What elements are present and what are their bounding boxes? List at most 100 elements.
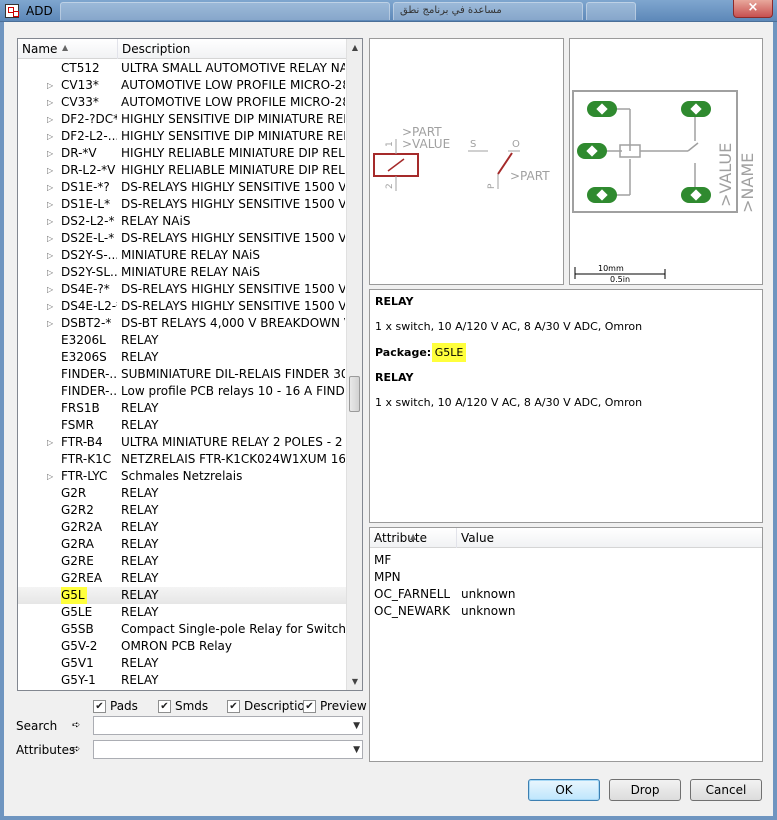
symbol-value-label: >VALUE [402,137,450,151]
list-item-name: FINDER-... [61,384,117,398]
list-item[interactable]: ▷ DS2Y-S-... MINIATURE RELAY NAiS [18,247,347,264]
list-item[interactable]: ▷ DR-L2-*V HIGHLY RELIABLE MINIATURE DIP R… [18,162,347,179]
device-list[interactable]: Name ▲ Description CT512 ULTRA SMALL AUTO… [17,38,363,691]
preview-checkbox[interactable]: ✔ Preview [303,699,367,715]
expand-arrow-icon[interactable]: ▷ [47,264,53,281]
expand-arrow-icon[interactable]: ▷ [47,128,53,145]
check-icon: ✔ [227,700,240,713]
list-item-description: RELAY [121,537,159,551]
list-item[interactable]: ▷ CV33* AUTOMOTIVE LOW PROFILE MICRO-280..… [18,94,347,111]
list-item[interactable]: G2RA RELAY [18,536,347,553]
list-item[interactable]: FSMR RELAY [18,417,347,434]
expand-arrow-icon[interactable]: ▷ [47,94,53,111]
list-item[interactable]: ▷ DF2-L2-... HIGHLY SENSITIVE DIP MINIATUR… [18,128,347,145]
list-item-description: RELAY [121,605,159,619]
list-item[interactable]: G5SB Compact Single-pole Relay for Switch… [18,621,347,638]
expand-arrow-icon[interactable]: ▷ [47,179,53,196]
scroll-thumb[interactable] [349,376,360,412]
list-item[interactable]: ▷ DS1E-L* DS-RELAYS HIGHLY SENSITIVE 1500 … [18,196,347,213]
list-item[interactable]: G5Y-1 RELAY [18,672,347,689]
list-item[interactable]: CT512 ULTRA SMALL AUTOMOTIVE RELAY NAiS [18,60,347,77]
list-item[interactable]: G5LE RELAY [18,604,347,621]
expand-arrow-icon[interactable]: ▷ [47,162,53,179]
list-scrollbar[interactable]: ▲ ▼ [346,39,362,690]
list-item-name: G5LE [61,605,93,619]
list-item[interactable]: ▷ DS4E-L2-* DS-RELAYS HIGHLY SENSITIVE 150… [18,298,347,315]
list-item[interactable]: ▷ DS2Y-SL... MINIATURE RELAY NAiS [18,264,347,281]
attribute-row[interactable]: OC_FARNELL unknown [370,586,762,603]
attributes-combobox[interactable]: ▼ [93,740,363,759]
expand-arrow-icon[interactable]: ▷ [47,145,53,162]
list-item-selected[interactable]: G5L RELAY [18,587,347,604]
list-item-description: RELAY [121,656,159,670]
list-item-description: RELAY [121,571,159,585]
list-item-name: DS1E-L* [61,197,111,211]
desc-title-1: RELAY [375,295,414,308]
list-item[interactable]: ▷ DS2E-L-* DS-RELAYS HIGHLY SENSITIVE 1500… [18,230,347,247]
list-item[interactable]: ▷ DF2-?DC* HIGHLY SENSITIVE DIP MINIATURE … [18,111,347,128]
drop-button[interactable]: Drop [609,779,681,801]
expand-arrow-icon[interactable]: ▷ [47,230,53,247]
expand-arrow-icon[interactable]: ▷ [47,213,53,230]
column-header-value[interactable]: Value [457,528,762,548]
dropdown-arrow-icon[interactable]: ▼ [353,717,360,735]
close-button[interactable]: × [733,0,773,18]
list-item[interactable]: ▷ DR-*V HIGHLY RELIABLE MINIATURE DIP RELA… [18,145,347,162]
list-item[interactable]: ▷ FTR-B4 ULTRA MINIATURE RELAY 2 POLES - 2… [18,434,347,451]
list-item[interactable]: FTR-K1C NETZRELAIS FTR-K1CK024W1XUM 16A/.… [18,451,347,468]
attribute-row[interactable]: MF [370,552,762,569]
list-item[interactable]: G2REA RELAY [18,570,347,587]
ok-button[interactable]: OK [528,779,600,801]
list-item[interactable]: E3206L RELAY [18,332,347,349]
list-item-description: RELAY [121,333,159,347]
attribute-row[interactable]: MPN [370,569,762,586]
list-item[interactable]: ▷ DS2-L2-* RELAY NAiS [18,213,347,230]
list-item-description: AUTOMOTIVE LOW PROFILE MICRO-280... [121,78,345,92]
list-item-name: DS4E-L2-* [61,299,117,313]
arrow-tag-icon[interactable]: ➪ [72,744,86,756]
expand-arrow-icon[interactable]: ▷ [47,315,53,332]
arrow-tag-icon[interactable]: ➪ [72,720,86,732]
description-checkbox[interactable]: ✔ Description [227,699,312,715]
expand-arrow-icon[interactable]: ▷ [47,111,53,128]
list-item[interactable]: G5V-2 OMRON PCB Relay [18,638,347,655]
close-icon: × [747,0,759,15]
attribute-row[interactable]: OC_NEWARK unknown [370,603,762,620]
cancel-button[interactable]: Cancel [690,779,762,801]
smds-checkbox[interactable]: ✔ Smds [158,699,208,715]
attributes-table[interactable]: Attribute ▲ Value MF MPN OC_FARNELL unknown… [369,527,763,762]
expand-arrow-icon[interactable]: ▷ [47,196,53,213]
scroll-up-arrow-icon[interactable]: ▲ [347,39,363,56]
list-item[interactable]: FINDER-... SUBMINIATURE DIL-RELAIS FINDER… [18,366,347,383]
list-item[interactable]: ▷ FTR-LYC Schmales Netzrelais [18,468,347,485]
list-item[interactable]: G2R RELAY [18,485,347,502]
scroll-down-arrow-icon[interactable]: ▼ [347,673,363,690]
list-item[interactable]: G2R2A RELAY [18,519,347,536]
expand-arrow-icon[interactable]: ▷ [47,434,53,451]
search-label: Search [16,719,58,733]
scale-in-label: 0.5in [610,275,630,284]
list-item[interactable]: G2RE RELAY [18,553,347,570]
expand-arrow-icon[interactable]: ▷ [47,77,53,94]
list-item[interactable]: ▷ DSBT2-* DS-BT RELAYS 4,000 V BREAKDOWN V… [18,315,347,332]
list-item[interactable]: FRS1B RELAY [18,400,347,417]
column-header-attribute[interactable]: Attribute ▲ [370,528,457,548]
list-item[interactable]: E3206S RELAY [18,349,347,366]
column-header-description[interactable]: Description [118,39,347,59]
list-item[interactable]: ▷ DS1E-*? DS-RELAYS HIGHLY SENSITIVE 1500 … [18,179,347,196]
expand-arrow-icon[interactable]: ▷ [47,281,53,298]
column-header-name[interactable]: Name ▲ [18,39,118,59]
list-item[interactable]: G5V1 RELAY [18,655,347,672]
expand-arrow-icon[interactable]: ▷ [47,247,53,264]
pads-checkbox[interactable]: ✔ Pads [93,699,138,715]
list-item-description: AUTOMOTIVE LOW PROFILE MICRO-280... [121,95,345,109]
expand-arrow-icon[interactable]: ▷ [47,468,53,485]
list-item[interactable]: ▷ CV13* AUTOMOTIVE LOW PROFILE MICRO-280..… [18,77,347,94]
expand-arrow-icon[interactable]: ▷ [47,298,53,315]
list-item[interactable]: G2R2 RELAY [18,502,347,519]
search-combobox[interactable]: ▼ [93,716,363,735]
dropdown-arrow-icon[interactable]: ▼ [353,741,360,759]
list-item-name: G2RE [61,554,94,568]
list-item[interactable]: FINDER-... Low profile PCB relays 10 - 16… [18,383,347,400]
list-item[interactable]: ▷ DS4E-?* DS-RELAYS HIGHLY SENSITIVE 1500 … [18,281,347,298]
